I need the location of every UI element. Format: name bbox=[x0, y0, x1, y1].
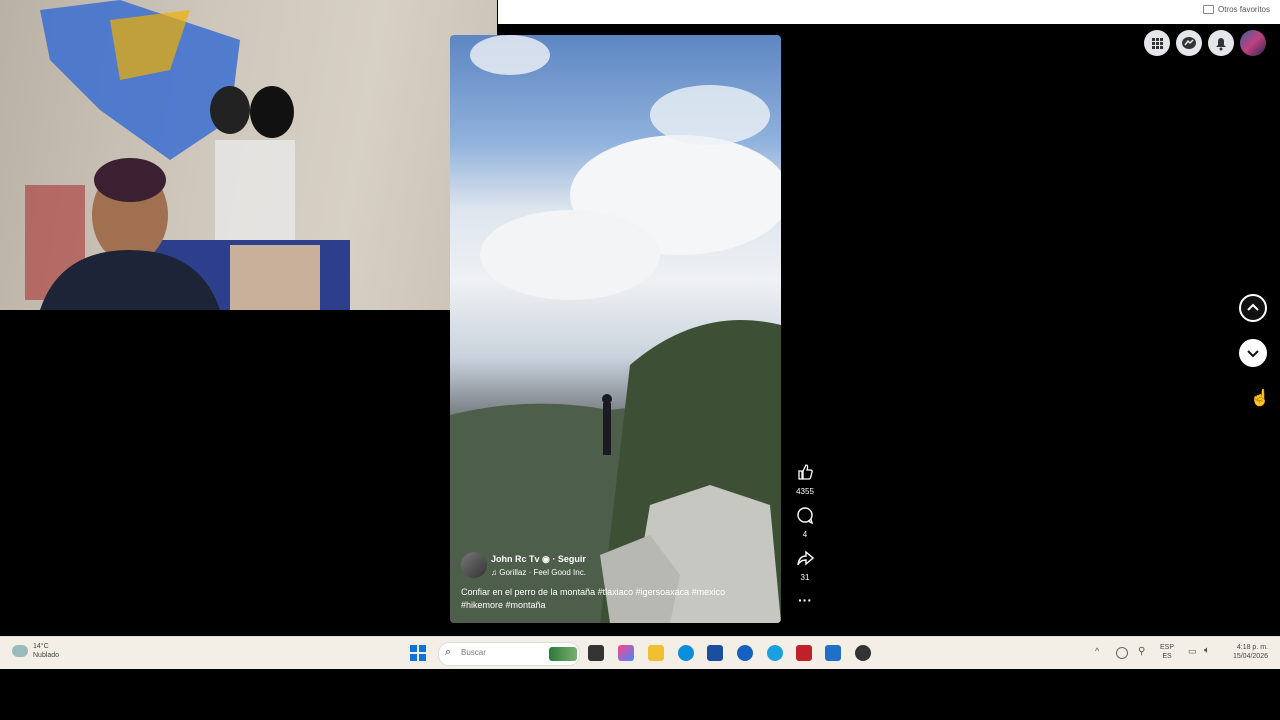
comment-button[interactable]: 4 bbox=[793, 506, 817, 539]
like-button[interactable]: 4355 bbox=[793, 463, 817, 496]
microphone-icon[interactable]: ⚲ bbox=[1138, 646, 1145, 657]
weather-condition: Nublado bbox=[33, 652, 60, 659]
bookmarks-bar: Otros favoritos bbox=[498, 0, 1280, 24]
share-button[interactable]: 31 bbox=[793, 549, 817, 582]
weather-widget[interactable]: 14°C Nublado bbox=[33, 642, 59, 660]
music-note-icon: ♫ bbox=[491, 568, 497, 577]
next-reel-button[interactable] bbox=[1239, 339, 1267, 367]
caption-line-1: Confiar en el perro de la montaña #tlaxi… bbox=[461, 587, 726, 597]
copilot-icon[interactable] bbox=[618, 645, 634, 661]
messenger-icon[interactable] bbox=[1176, 30, 1202, 56]
weather-temp: 14°C bbox=[33, 643, 49, 650]
search-placeholder: Buscar bbox=[461, 648, 486, 657]
author-name[interactable]: John Rc Tv bbox=[491, 554, 540, 564]
webcam-overlay bbox=[0, 0, 497, 310]
search-highlight-icon bbox=[549, 647, 577, 661]
previous-reel-button[interactable] bbox=[1239, 294, 1267, 322]
caption-line-2: #hikemore #montaña bbox=[461, 600, 546, 610]
mcafee-icon[interactable] bbox=[796, 645, 812, 661]
defender-icon[interactable] bbox=[1116, 647, 1128, 659]
author-avatar[interactable] bbox=[461, 552, 487, 578]
chevron-down-icon bbox=[1247, 350, 1259, 358]
audio-row[interactable]: ♫ Gorillaz · Feel Good Inc. bbox=[491, 568, 586, 577]
cloud-icon bbox=[12, 645, 28, 657]
comment-icon bbox=[797, 507, 814, 525]
clock[interactable]: 4:18 p. m. 15/04/2026 bbox=[1222, 643, 1268, 661]
more-options-icon[interactable]: ··· bbox=[793, 592, 817, 608]
clock-date: 15/04/2026 bbox=[1232, 653, 1268, 660]
windows-start-icon[interactable] bbox=[410, 645, 426, 661]
volume-icon[interactable]: 🔈︎ bbox=[1204, 645, 1210, 656]
comment-count: 4 bbox=[802, 530, 808, 539]
like-count: 4355 bbox=[796, 487, 814, 496]
profile-avatar[interactable] bbox=[1240, 30, 1266, 56]
menu-grid-icon[interactable] bbox=[1144, 30, 1170, 56]
chevron-up-tray-icon[interactable]: ^ bbox=[1095, 646, 1099, 656]
clock-time: 4:18 p. m. bbox=[1236, 644, 1268, 651]
network-icon[interactable]: ▭ bbox=[1188, 646, 1197, 657]
hand-cursor-icon: ☝ bbox=[1250, 390, 1270, 407]
webcam-scene bbox=[25, 0, 350, 310]
store-icon[interactable] bbox=[707, 645, 723, 661]
hp-icon[interactable] bbox=[737, 645, 753, 661]
share-icon bbox=[797, 550, 815, 566]
share-count: 31 bbox=[800, 573, 810, 582]
author-row: John Rc Tv ◉ · Seguir bbox=[491, 554, 586, 564]
chevron-up-icon bbox=[1247, 303, 1259, 311]
lang-bottom: ES bbox=[1162, 653, 1172, 660]
folder-icon bbox=[1202, 5, 1214, 14]
task-view-icon[interactable] bbox=[588, 645, 604, 661]
video-scene bbox=[450, 35, 781, 623]
thumbs-up-icon bbox=[798, 464, 813, 480]
search-icon: ⌕ bbox=[445, 646, 452, 658]
reel-video[interactable] bbox=[450, 35, 781, 623]
recording-app-icon[interactable] bbox=[855, 645, 871, 661]
outlook-icon[interactable] bbox=[825, 645, 841, 661]
notifications-icon[interactable] bbox=[1208, 30, 1234, 56]
lang-top: ESP bbox=[1160, 644, 1175, 651]
other-favorites[interactable]: Otros favoritos bbox=[1202, 5, 1270, 14]
other-favorites-label: Otros favoritos bbox=[1217, 5, 1270, 14]
windows-taskbar: 14°C Nublado ⌕ Buscar ^ ⚲ ESP ES ▭ 🔈︎ 4:… bbox=[0, 636, 1280, 669]
cortana-icon[interactable] bbox=[767, 645, 783, 661]
follow-button[interactable]: Seguir bbox=[558, 554, 586, 564]
audio-track: Gorillaz · Feel Good Inc. bbox=[499, 568, 586, 577]
language-indicator[interactable]: ESP ES bbox=[1160, 643, 1174, 661]
file-explorer-icon[interactable] bbox=[648, 645, 664, 661]
edge-icon[interactable] bbox=[678, 645, 694, 661]
caption: Confiar en el perro de la montaña #tlaxi… bbox=[461, 586, 771, 612]
taskbar-search[interactable]: ⌕ Buscar bbox=[438, 642, 580, 666]
verified-icon: ◉ bbox=[542, 554, 550, 564]
